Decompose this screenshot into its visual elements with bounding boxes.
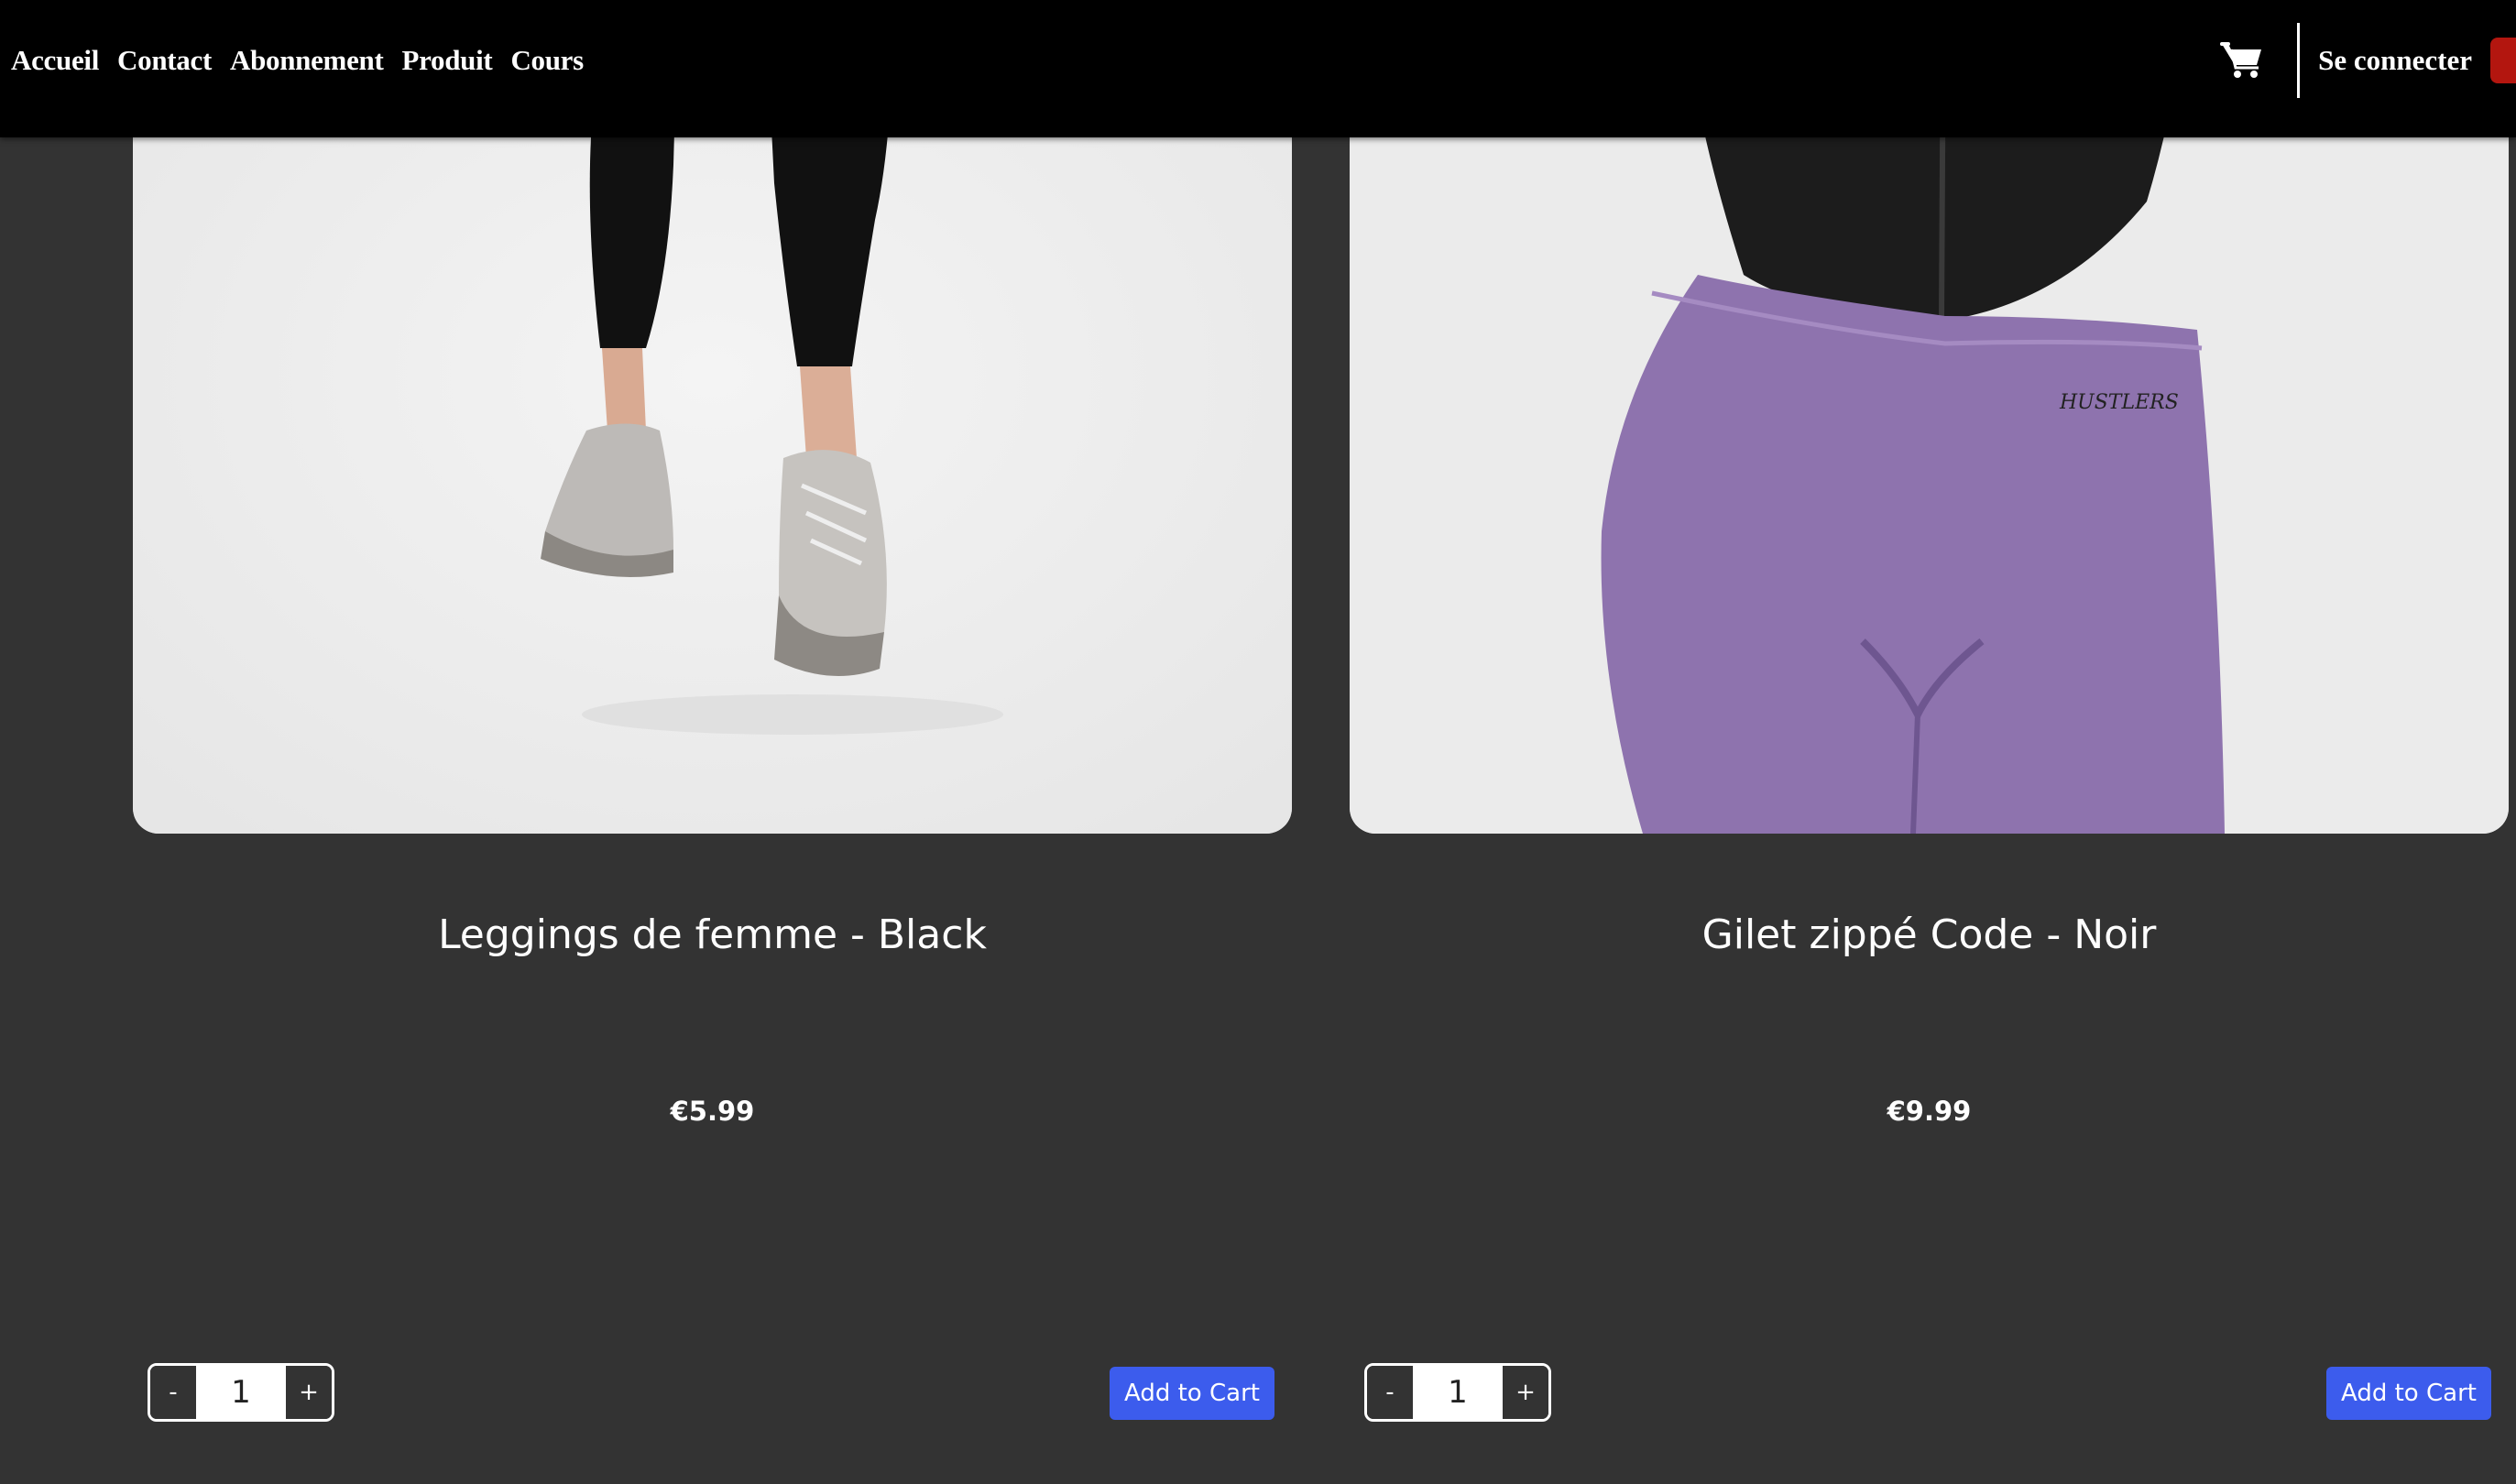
nav-link-cours[interactable]: Cours [510,44,584,77]
nav-right: Se connecter [2220,0,2516,121]
shopping-cart-icon[interactable] [2220,40,2264,81]
nav-link-abonnement[interactable]: Abonnement [230,44,384,77]
product-card: Leggings de femme - Black €5.99 - + Add … [133,0,1292,1484]
increase-quantity-button[interactable]: + [1503,1366,1548,1419]
nav-link-produit[interactable]: Produit [402,44,493,77]
quantity-input[interactable] [196,1366,286,1419]
product-title: Leggings de femme - Black [438,911,987,958]
product-price: €9.99 [1887,1096,1972,1127]
product-card: HUSTLERS Gilet zippé Code - Noir €9.99 -… [1350,0,2509,1484]
quantity-input[interactable] [1413,1366,1503,1419]
nav-link-contact[interactable]: Contact [117,44,212,77]
quantity-stepper: - + [1364,1363,1551,1422]
product-price: €5.99 [670,1096,755,1127]
decrease-quantity-button[interactable]: - [150,1366,196,1419]
decrease-quantity-button[interactable]: - [1367,1366,1413,1419]
increase-quantity-button[interactable]: + [286,1366,332,1419]
brand-watermark: HUSTLERS [2059,391,2179,414]
nav-link-accueil[interactable]: Accueil [11,44,99,77]
add-to-cart-button[interactable]: Add to Cart [2326,1367,2491,1420]
product-title: Gilet zippé Code - Noir [1701,911,2157,958]
nav-divider [2297,23,2301,98]
top-navbar: Accueil Contact Abonnement Produit Cours… [0,0,2516,137]
nav-links: Accueil Contact Abonnement Produit Cours [11,0,584,121]
login-link[interactable]: Se connecter [2318,44,2472,77]
red-action-button[interactable] [2490,38,2516,83]
add-to-cart-button[interactable]: Add to Cart [1110,1367,1274,1420]
quantity-stepper: - + [148,1363,334,1422]
